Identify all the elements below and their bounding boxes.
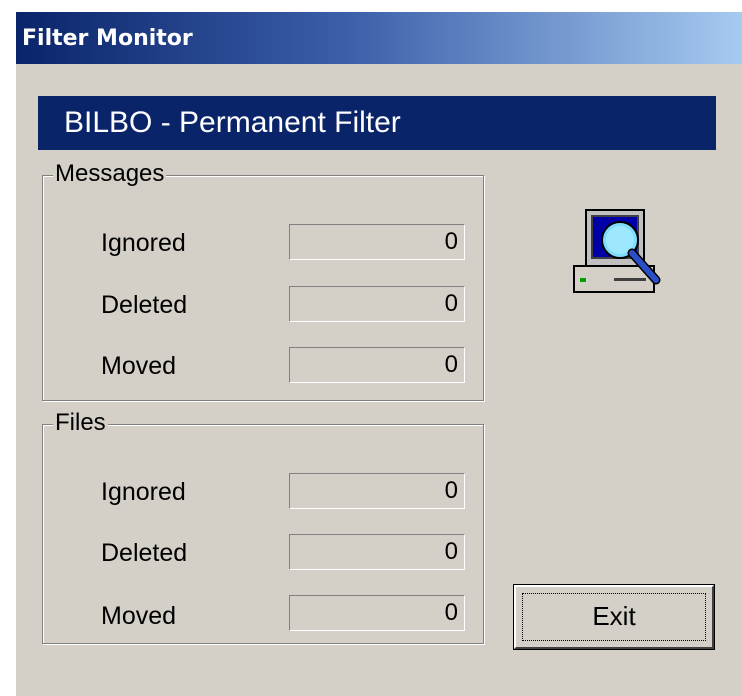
- files-moved-value: 0: [289, 595, 465, 631]
- window-title: Filter Monitor: [22, 26, 193, 51]
- messages-group: Messages Ignored 0 Deleted 0 Moved 0: [42, 160, 484, 401]
- filter-monitor-window: Filter Monitor BILBO - Permanent Filter …: [14, 10, 742, 696]
- files-moved-label: Moved: [101, 602, 177, 630]
- files-group: Files Ignored 0 Deleted 0 Moved 0: [42, 409, 484, 644]
- messages-ignored-label: Ignored: [101, 229, 186, 257]
- messages-moved-value: 0: [289, 347, 465, 383]
- files-ignored-label: Ignored: [101, 478, 186, 506]
- messages-group-label: Messages: [53, 160, 167, 188]
- messages-deleted-label: Deleted: [101, 291, 188, 319]
- messages-moved-label: Moved: [101, 352, 177, 380]
- files-deleted-value: 0: [289, 534, 465, 570]
- exit-button-label: Exit: [592, 601, 636, 631]
- filter-name-text: BILBO - Permanent Filter: [64, 106, 401, 139]
- files-group-label: Files: [53, 409, 108, 437]
- files-deleted-label: Deleted: [101, 539, 188, 567]
- monitor-magnifier-icon: [573, 209, 661, 293]
- exit-button[interactable]: Exit: [513, 584, 715, 650]
- filter-name-banner: BILBO - Permanent Filter: [38, 96, 716, 150]
- files-ignored-value: 0: [289, 473, 465, 509]
- messages-ignored-value: 0: [289, 224, 465, 260]
- title-bar[interactable]: Filter Monitor: [16, 12, 742, 64]
- messages-deleted-value: 0: [289, 286, 465, 322]
